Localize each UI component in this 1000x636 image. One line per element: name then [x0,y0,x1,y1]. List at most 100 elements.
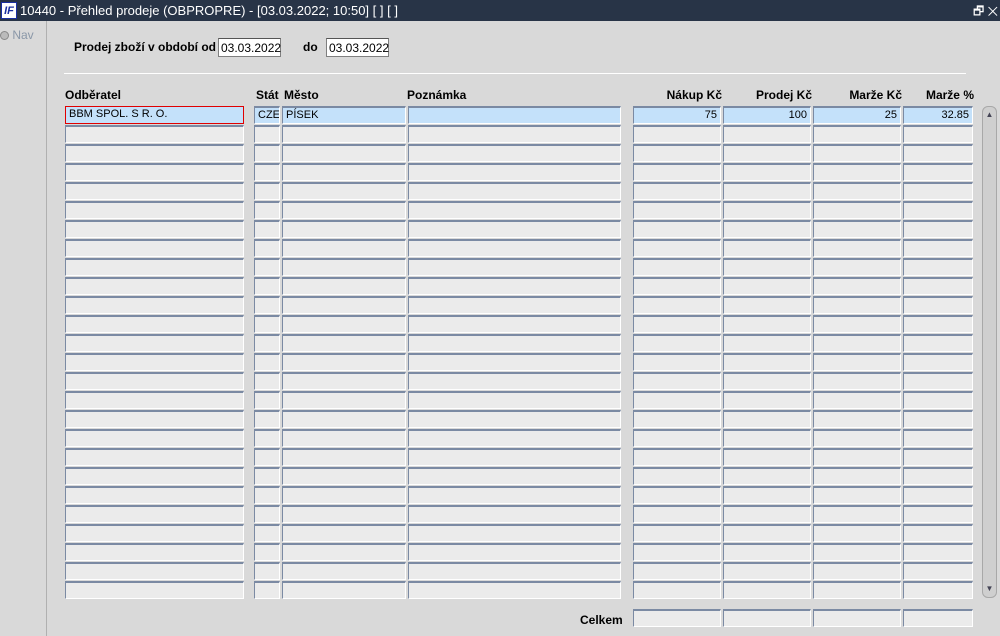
cell-sale[interactable] [723,505,811,523]
cell-margin-pct[interactable] [903,220,973,238]
cell-country[interactable] [254,258,280,276]
cell-customer[interactable] [65,448,244,466]
cell-sale[interactable] [723,372,811,390]
cell-margin[interactable] [813,182,901,200]
cell-note[interactable] [408,410,621,428]
cell-note[interactable] [408,391,621,409]
cell-country[interactable] [254,296,280,314]
cell-margin-pct[interactable] [903,125,973,143]
cell-margin-pct[interactable] [903,581,973,599]
cell-margin-pct[interactable] [903,144,973,162]
cell-customer[interactable]: BBM SPOL. S R. O. [65,106,244,124]
cell-customer[interactable] [65,505,244,523]
cell-margin[interactable] [813,258,901,276]
cell-purchase[interactable] [633,334,721,352]
cell-country[interactable] [254,448,280,466]
cell-note[interactable] [408,315,621,333]
cell-country[interactable] [254,182,280,200]
cell-customer[interactable] [65,258,244,276]
cell-margin[interactable] [813,543,901,561]
cell-city[interactable] [282,353,406,371]
cell-customer[interactable] [65,543,244,561]
cell-city[interactable] [282,391,406,409]
cell-purchase[interactable] [633,201,721,219]
cell-country[interactable] [254,353,280,371]
cell-customer[interactable] [65,201,244,219]
cell-customer[interactable] [65,429,244,447]
cell-note[interactable] [408,334,621,352]
cell-purchase[interactable] [633,296,721,314]
cell-margin[interactable] [813,334,901,352]
cell-purchase[interactable] [633,163,721,181]
cell-country[interactable] [254,125,280,143]
cell-customer[interactable] [65,163,244,181]
cell-purchase[interactable] [633,353,721,371]
cell-city[interactable] [282,220,406,238]
cell-country[interactable] [254,429,280,447]
cell-sale[interactable] [723,220,811,238]
cell-city[interactable] [282,125,406,143]
cell-customer[interactable] [65,315,244,333]
cell-country[interactable] [254,201,280,219]
cell-purchase[interactable] [633,467,721,485]
cell-purchase[interactable]: 75 [633,106,721,124]
cell-city[interactable] [282,543,406,561]
cell-customer[interactable] [65,239,244,257]
cell-customer[interactable] [65,353,244,371]
cell-margin-pct[interactable] [903,239,973,257]
cell-customer[interactable] [65,220,244,238]
cell-city[interactable] [282,562,406,580]
cell-note[interactable] [408,296,621,314]
cell-sale[interactable] [723,277,811,295]
cell-customer[interactable] [65,296,244,314]
cell-city[interactable] [282,277,406,295]
cell-purchase[interactable] [633,391,721,409]
cell-sale[interactable] [723,429,811,447]
cell-purchase[interactable] [633,581,721,599]
cell-sale[interactable] [723,239,811,257]
cell-margin-pct[interactable] [903,258,973,276]
cell-note[interactable] [408,448,621,466]
cell-purchase[interactable] [633,125,721,143]
cell-margin[interactable] [813,467,901,485]
cell-city[interactable] [282,410,406,428]
cell-purchase[interactable] [633,220,721,238]
cell-sale[interactable] [723,258,811,276]
cell-city[interactable] [282,334,406,352]
cell-purchase[interactable] [633,144,721,162]
cell-purchase[interactable] [633,258,721,276]
cell-city[interactable] [282,315,406,333]
vertical-scrollbar[interactable]: ▲ ▼ [982,106,997,598]
cell-note[interactable] [408,505,621,523]
cell-margin-pct[interactable] [903,505,973,523]
cell-city[interactable] [282,201,406,219]
cell-note[interactable] [408,524,621,542]
cell-note[interactable] [408,182,621,200]
nav-radio[interactable]: Nav [0,28,34,42]
cell-sale[interactable] [723,524,811,542]
cell-country[interactable] [254,391,280,409]
cell-city[interactable] [282,448,406,466]
cell-country[interactable] [254,334,280,352]
cell-customer[interactable] [65,182,244,200]
cell-country[interactable] [254,277,280,295]
date-to-input[interactable]: 03.03.2022 [326,38,389,57]
cell-country[interactable] [254,239,280,257]
cell-country[interactable] [254,524,280,542]
cell-purchase[interactable] [633,448,721,466]
cell-note[interactable] [408,277,621,295]
cell-margin[interactable] [813,486,901,504]
cell-country[interactable] [254,562,280,580]
cell-margin[interactable] [813,581,901,599]
cell-note[interactable] [408,163,621,181]
restore-icon[interactable]: 🗗 [973,4,984,18]
cell-sale[interactable] [723,201,811,219]
cell-country[interactable]: CZE [254,106,280,124]
cell-customer[interactable] [65,277,244,295]
cell-sale[interactable] [723,486,811,504]
cell-country[interactable] [254,315,280,333]
cell-margin[interactable] [813,410,901,428]
cell-margin-pct[interactable] [903,296,973,314]
cell-customer[interactable] [65,334,244,352]
cell-customer[interactable] [65,391,244,409]
